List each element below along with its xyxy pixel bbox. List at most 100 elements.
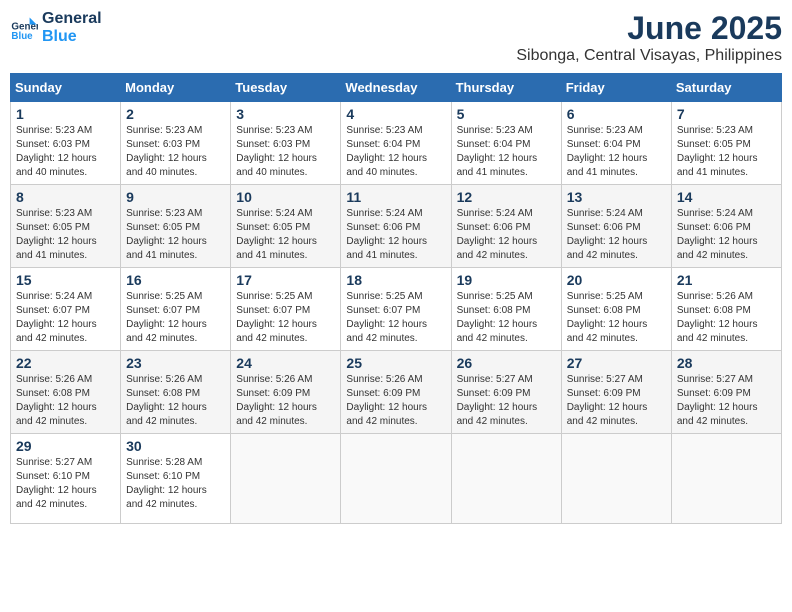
day-info: Sunrise: 5:27 AM Sunset: 6:09 PM Dayligh…	[677, 373, 776, 429]
day-info: Sunrise: 5:26 AM Sunset: 6:08 PM Dayligh…	[677, 290, 776, 346]
svg-text:Blue: Blue	[11, 31, 33, 42]
day-info: Sunrise: 5:24 AM Sunset: 6:06 PM Dayligh…	[457, 207, 556, 263]
day-info: Sunrise: 5:23 AM Sunset: 6:04 PM Dayligh…	[346, 124, 445, 180]
col-sunday: Sunday	[11, 74, 121, 102]
calendar-week-5: 29Sunrise: 5:27 AM Sunset: 6:10 PM Dayli…	[11, 434, 782, 524]
day-number: 19	[457, 272, 556, 288]
logo-blue: Blue	[42, 28, 102, 46]
day-info: Sunrise: 5:23 AM Sunset: 6:05 PM Dayligh…	[126, 207, 225, 263]
day-info: Sunrise: 5:24 AM Sunset: 6:06 PM Dayligh…	[346, 207, 445, 263]
col-monday: Monday	[121, 74, 231, 102]
day-info: Sunrise: 5:26 AM Sunset: 6:09 PM Dayligh…	[236, 373, 335, 429]
subtitle: Sibonga, Central Visayas, Philippines	[516, 47, 782, 65]
calendar-week-3: 15Sunrise: 5:24 AM Sunset: 6:07 PM Dayli…	[11, 268, 782, 351]
day-info: Sunrise: 5:25 AM Sunset: 6:07 PM Dayligh…	[346, 290, 445, 346]
table-row: 9Sunrise: 5:23 AM Sunset: 6:05 PM Daylig…	[121, 185, 231, 268]
day-number: 3	[236, 106, 335, 122]
day-info: Sunrise: 5:23 AM Sunset: 6:04 PM Dayligh…	[567, 124, 666, 180]
day-info: Sunrise: 5:27 AM Sunset: 6:09 PM Dayligh…	[457, 373, 556, 429]
table-row: 27 Sunrise: 5:27 AM Sunset: 6:09 PM Dayli…	[561, 351, 671, 434]
table-row: 3 Sunrise: 5:23 AM Sunset: 6:03 PM Daylig…	[231, 102, 341, 185]
table-row: 12Sunrise: 5:24 AM Sunset: 6:06 PM Dayli…	[451, 185, 561, 268]
day-info: Sunrise: 5:24 AM Sunset: 6:05 PM Dayligh…	[236, 207, 335, 263]
table-row: 24 Sunrise: 5:26 AM Sunset: 6:09 PM Dayli…	[231, 351, 341, 434]
day-number: 26	[457, 355, 556, 371]
calendar-week-1: 1Sunrise: 5:23 AM Sunset: 6:03 PM Daylig…	[11, 102, 782, 185]
table-row	[561, 434, 671, 524]
day-info: Sunrise: 5:27 AM Sunset: 6:10 PM Dayligh…	[16, 456, 115, 512]
calendar-week-4: 22 Sunrise: 5:26 AM Sunset: 6:08 PM Dayli…	[11, 351, 782, 434]
day-number: 21	[677, 272, 776, 288]
table-row: 4 Sunrise: 5:23 AM Sunset: 6:04 PM Daylig…	[341, 102, 451, 185]
calendar-table: Sunday Monday Tuesday Wednesday Thursday…	[10, 73, 782, 524]
day-info: Sunrise: 5:25 AM Sunset: 6:08 PM Dayligh…	[567, 290, 666, 346]
table-row: 30 Sunrise: 5:28 AM Sunset: 6:10 PM Dayli…	[121, 434, 231, 524]
logo-icon: General Blue	[10, 14, 38, 42]
day-info: Sunrise: 5:23 AM Sunset: 6:03 PM Dayligh…	[16, 124, 115, 180]
day-number: 23	[126, 355, 225, 371]
day-info: Sunrise: 5:23 AM Sunset: 6:03 PM Dayligh…	[236, 124, 335, 180]
table-row: 16 Sunrise: 5:25 AM Sunset: 6:07 PM Dayli…	[121, 268, 231, 351]
day-info: Sunrise: 5:26 AM Sunset: 6:08 PM Dayligh…	[126, 373, 225, 429]
day-info: Sunrise: 5:24 AM Sunset: 6:06 PM Dayligh…	[677, 207, 776, 263]
day-number: 30	[126, 438, 225, 454]
page-header: General Blue General Blue June 2025 Sibo…	[10, 10, 782, 65]
day-number: 4	[346, 106, 445, 122]
table-row: 25 Sunrise: 5:26 AM Sunset: 6:09 PM Dayli…	[341, 351, 451, 434]
title-section: June 2025 Sibonga, Central Visayas, Phil…	[516, 10, 782, 65]
col-thursday: Thursday	[451, 74, 561, 102]
day-number: 24	[236, 355, 335, 371]
day-info: Sunrise: 5:26 AM Sunset: 6:09 PM Dayligh…	[346, 373, 445, 429]
table-row	[231, 434, 341, 524]
table-row: 8 Sunrise: 5:23 AM Sunset: 6:05 PM Daylig…	[11, 185, 121, 268]
table-row: 29Sunrise: 5:27 AM Sunset: 6:10 PM Dayli…	[11, 434, 121, 524]
table-row: 18 Sunrise: 5:25 AM Sunset: 6:07 PM Dayli…	[341, 268, 451, 351]
table-row: 7 Sunrise: 5:23 AM Sunset: 6:05 PM Daylig…	[671, 102, 781, 185]
day-info: Sunrise: 5:27 AM Sunset: 6:09 PM Dayligh…	[567, 373, 666, 429]
day-info: Sunrise: 5:26 AM Sunset: 6:08 PM Dayligh…	[16, 373, 115, 429]
day-number: 22	[16, 355, 115, 371]
day-info: Sunrise: 5:28 AM Sunset: 6:10 PM Dayligh…	[126, 456, 225, 512]
day-info: Sunrise: 5:25 AM Sunset: 6:07 PM Dayligh…	[126, 290, 225, 346]
table-row: 22 Sunrise: 5:26 AM Sunset: 6:08 PM Dayli…	[11, 351, 121, 434]
day-info: Sunrise: 5:23 AM Sunset: 6:05 PM Dayligh…	[16, 207, 115, 263]
day-number: 8	[16, 189, 115, 205]
day-number: 6	[567, 106, 666, 122]
day-info: Sunrise: 5:24 AM Sunset: 6:06 PM Dayligh…	[567, 207, 666, 263]
day-number: 13	[567, 189, 666, 205]
table-row: 26 Sunrise: 5:27 AM Sunset: 6:09 PM Dayli…	[451, 351, 561, 434]
day-number: 18	[346, 272, 445, 288]
day-number: 20	[567, 272, 666, 288]
day-number: 28	[677, 355, 776, 371]
table-row: 19 Sunrise: 5:25 AM Sunset: 6:08 PM Dayli…	[451, 268, 561, 351]
day-number: 2	[126, 106, 225, 122]
table-row: 20 Sunrise: 5:25 AM Sunset: 6:08 PM Dayli…	[561, 268, 671, 351]
calendar-week-2: 8 Sunrise: 5:23 AM Sunset: 6:05 PM Daylig…	[11, 185, 782, 268]
logo: General Blue General Blue	[10, 10, 102, 45]
day-info: Sunrise: 5:25 AM Sunset: 6:08 PM Dayligh…	[457, 290, 556, 346]
day-info: Sunrise: 5:23 AM Sunset: 6:03 PM Dayligh…	[126, 124, 225, 180]
table-row: 17 Sunrise: 5:25 AM Sunset: 6:07 PM Dayli…	[231, 268, 341, 351]
day-number: 7	[677, 106, 776, 122]
day-info: Sunrise: 5:23 AM Sunset: 6:04 PM Dayligh…	[457, 124, 556, 180]
day-number: 17	[236, 272, 335, 288]
day-number: 14	[677, 189, 776, 205]
table-row: 6 Sunrise: 5:23 AM Sunset: 6:04 PM Daylig…	[561, 102, 671, 185]
col-saturday: Saturday	[671, 74, 781, 102]
day-number: 25	[346, 355, 445, 371]
table-row: 21 Sunrise: 5:26 AM Sunset: 6:08 PM Dayli…	[671, 268, 781, 351]
day-info: Sunrise: 5:25 AM Sunset: 6:07 PM Dayligh…	[236, 290, 335, 346]
table-row: 11Sunrise: 5:24 AM Sunset: 6:06 PM Dayli…	[341, 185, 451, 268]
col-friday: Friday	[561, 74, 671, 102]
table-row: 10Sunrise: 5:24 AM Sunset: 6:05 PM Dayli…	[231, 185, 341, 268]
day-number: 16	[126, 272, 225, 288]
table-row	[341, 434, 451, 524]
day-info: Sunrise: 5:23 AM Sunset: 6:05 PM Dayligh…	[677, 124, 776, 180]
table-row: 15Sunrise: 5:24 AM Sunset: 6:07 PM Dayli…	[11, 268, 121, 351]
table-row: 5Sunrise: 5:23 AM Sunset: 6:04 PM Daylig…	[451, 102, 561, 185]
col-wednesday: Wednesday	[341, 74, 451, 102]
day-number: 15	[16, 272, 115, 288]
day-number: 27	[567, 355, 666, 371]
table-row: 28 Sunrise: 5:27 AM Sunset: 6:09 PM Dayli…	[671, 351, 781, 434]
table-row	[671, 434, 781, 524]
